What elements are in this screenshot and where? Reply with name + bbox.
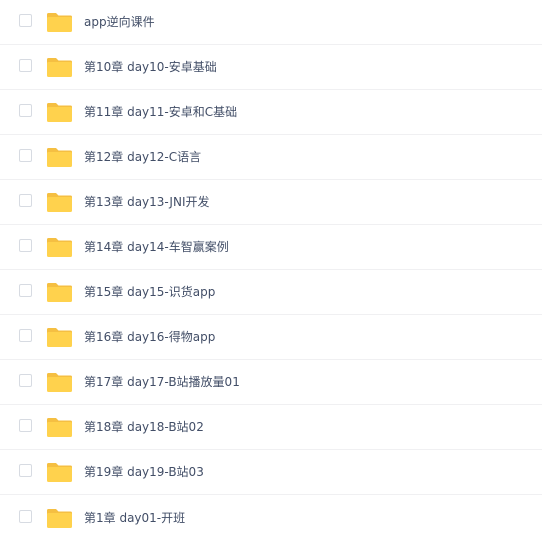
- list-item[interactable]: 第16章 day16-得物app: [0, 315, 542, 360]
- row-checkbox[interactable]: [19, 14, 32, 27]
- row-checkbox[interactable]: [19, 59, 32, 72]
- folder-name[interactable]: 第12章 day12-C语言: [84, 149, 201, 165]
- folder-name[interactable]: 第17章 day17-B站播放量01: [84, 374, 240, 390]
- folder-name[interactable]: 第14章 day14-车智赢案例: [84, 239, 229, 255]
- list-item[interactable]: 第1章 day01-开班: [0, 495, 542, 540]
- row-checkbox[interactable]: [19, 374, 32, 387]
- row-checkbox[interactable]: [19, 419, 32, 432]
- folder-icon: [46, 327, 73, 348]
- folder-name[interactable]: 第10章 day10-安卓基础: [84, 59, 217, 75]
- folder-name[interactable]: 第16章 day16-得物app: [84, 329, 215, 345]
- list-item[interactable]: 第13章 day13-JNI开发: [0, 180, 542, 225]
- file-list: app逆向课件 第10章 day10-安卓基础 第11章 day11-安卓和C基…: [0, 0, 542, 543]
- row-checkbox[interactable]: [19, 239, 32, 252]
- row-checkbox[interactable]: [19, 329, 32, 342]
- folder-name[interactable]: 第18章 day18-B站02: [84, 419, 204, 435]
- folder-name[interactable]: 第1章 day01-开班: [84, 510, 185, 526]
- list-item[interactable]: 第12章 day12-C语言: [0, 135, 542, 180]
- row-checkbox[interactable]: [19, 194, 32, 207]
- list-item[interactable]: app逆向课件: [0, 0, 542, 45]
- folder-icon: [46, 57, 73, 78]
- list-item[interactable]: 第19章 day19-B站03: [0, 450, 542, 495]
- folder-icon: [46, 192, 73, 213]
- row-checkbox[interactable]: [19, 509, 32, 523]
- folder-name[interactable]: 第11章 day11-安卓和C基础: [84, 104, 237, 120]
- folder-icon: [46, 372, 73, 393]
- list-item[interactable]: 第18章 day18-B站02: [0, 405, 542, 450]
- folder-icon: [46, 147, 73, 168]
- folder-icon: [46, 102, 73, 123]
- list-item[interactable]: 第11章 day11-安卓和C基础: [0, 90, 542, 135]
- folder-icon: [46, 462, 73, 483]
- folder-icon: [46, 282, 73, 303]
- row-checkbox[interactable]: [19, 464, 32, 477]
- folder-name[interactable]: 第15章 day15-识货app: [84, 284, 215, 300]
- list-item[interactable]: 第14章 day14-车智赢案例: [0, 225, 542, 270]
- row-checkbox[interactable]: [19, 104, 32, 117]
- row-checkbox[interactable]: [19, 149, 32, 162]
- folder-icon: [46, 237, 73, 258]
- folder-icon: [46, 12, 73, 33]
- folder-icon: [46, 508, 73, 529]
- row-checkbox[interactable]: [19, 284, 32, 297]
- folder-name[interactable]: 第13章 day13-JNI开发: [84, 194, 209, 210]
- list-item[interactable]: 第17章 day17-B站播放量01: [0, 360, 542, 405]
- folder-icon: [46, 417, 73, 438]
- list-item[interactable]: 第15章 day15-识货app: [0, 270, 542, 315]
- folder-name[interactable]: 第19章 day19-B站03: [84, 464, 204, 480]
- folder-name[interactable]: app逆向课件: [84, 14, 155, 30]
- list-item[interactable]: 第10章 day10-安卓基础: [0, 45, 542, 90]
